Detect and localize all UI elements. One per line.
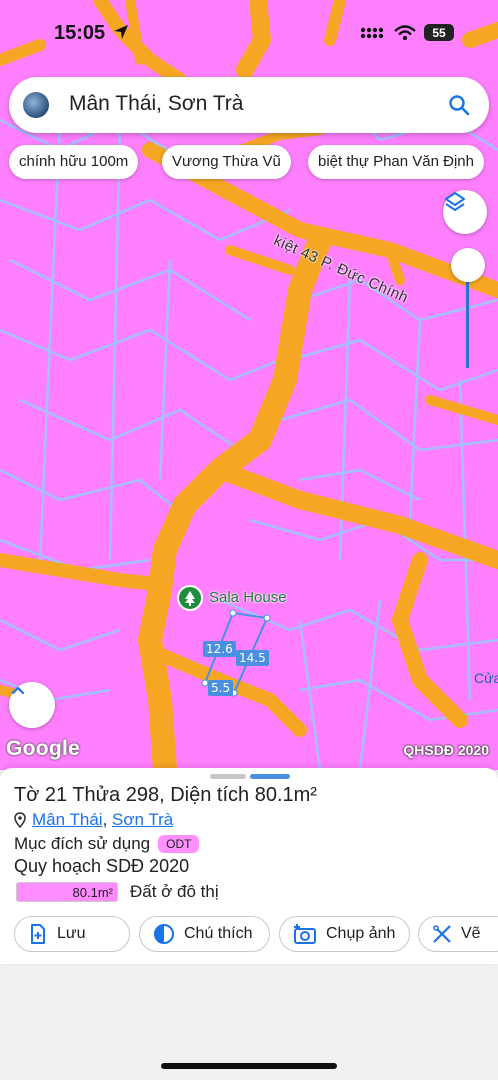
chip-suggestion[interactable]: Vương Thừa Vũ xyxy=(162,145,291,179)
location-arrow-icon xyxy=(114,25,128,39)
save-label: Lưu xyxy=(57,925,86,942)
parcel-title: Tờ 21 Thửa 298, Diện tích 80.1m² xyxy=(14,784,317,806)
legend-text: Đất ở đô thị xyxy=(130,882,219,901)
wifi-icon xyxy=(394,24,416,40)
layers-button[interactable] xyxy=(443,190,487,234)
photo-button[interactable]: Chụp ảnh xyxy=(279,916,410,952)
layers-icon xyxy=(445,192,465,211)
add-document-icon xyxy=(31,924,45,944)
drag-handle-active[interactable] xyxy=(250,774,290,779)
chevron-up-icon xyxy=(11,686,25,695)
purpose-label: Mục đích sử dụng xyxy=(14,834,151,853)
draw-tools-icon xyxy=(433,925,451,943)
camera-add-icon xyxy=(294,924,316,944)
edge-place-label[interactable]: Cửa xyxy=(474,670,498,686)
district-link[interactable]: Sơn Trà xyxy=(112,810,173,829)
opacity-slider-handle[interactable] xyxy=(451,248,485,282)
save-button[interactable]: Lưu xyxy=(14,916,130,952)
search-icon[interactable] xyxy=(447,93,471,117)
chip-suggestion[interactable]: biệt thự Phan Văn Định xyxy=(308,145,484,179)
home-indicator[interactable] xyxy=(161,1063,337,1069)
google-logo: Google xyxy=(6,737,81,760)
action-bar: Lưu Chú thích Chụp ảnh Vẽ xyxy=(0,916,498,956)
avatar[interactable] xyxy=(23,92,49,118)
purpose-badge: ODT xyxy=(158,835,200,853)
dimension-label: 14.5 xyxy=(236,650,269,666)
expand-button[interactable] xyxy=(9,682,55,728)
plan-title: Quy hoạch SDĐ 2020 xyxy=(14,856,190,876)
status-bar: 15:05 55 xyxy=(0,0,498,66)
legend-button[interactable]: Chú thích xyxy=(139,916,270,952)
battery-indicator: 55 xyxy=(424,24,454,41)
contrast-icon xyxy=(154,924,174,944)
legend-swatch: 80.1m² xyxy=(16,882,118,902)
draw-label: Vẽ xyxy=(461,925,481,942)
layer-name-label: QHSDĐ 2020 xyxy=(403,742,489,758)
location-separator: , xyxy=(102,810,108,829)
poi-label[interactable]: Sala House xyxy=(209,589,287,606)
photo-label: Chụp ảnh xyxy=(326,925,396,942)
opacity-slider-track[interactable] xyxy=(466,278,469,368)
ward-link[interactable]: Mân Thái xyxy=(32,810,103,829)
legend-button-label: Chú thích xyxy=(184,925,253,942)
tree-icon[interactable] xyxy=(177,585,203,611)
search-input[interactable]: Mân Thái, Sơn Trà xyxy=(69,92,243,116)
legend-row: 80.1m² Đất ở đô thị xyxy=(16,882,219,902)
dimension-label: 12.6 xyxy=(203,641,236,657)
purpose-row: Mục đích sử dụng ODT xyxy=(14,834,200,854)
location-row: Mân Thái, Sơn Trà xyxy=(14,810,173,830)
status-time: 15:05 xyxy=(54,22,106,44)
chip-suggestion[interactable]: chính hữu 100m xyxy=(9,145,139,179)
search-bar[interactable]: Mân Thái, Sơn Trà xyxy=(9,77,489,133)
parcel-info-sheet: Tờ 21 Thửa 298, Diện tích 80.1m² Mân Thá… xyxy=(0,768,498,964)
dimension-label: 5.5 xyxy=(208,680,234,696)
draw-button[interactable]: Vẽ xyxy=(418,916,498,952)
drag-handle[interactable] xyxy=(210,774,246,779)
signal-icon xyxy=(360,27,384,38)
pin-icon xyxy=(14,812,26,828)
